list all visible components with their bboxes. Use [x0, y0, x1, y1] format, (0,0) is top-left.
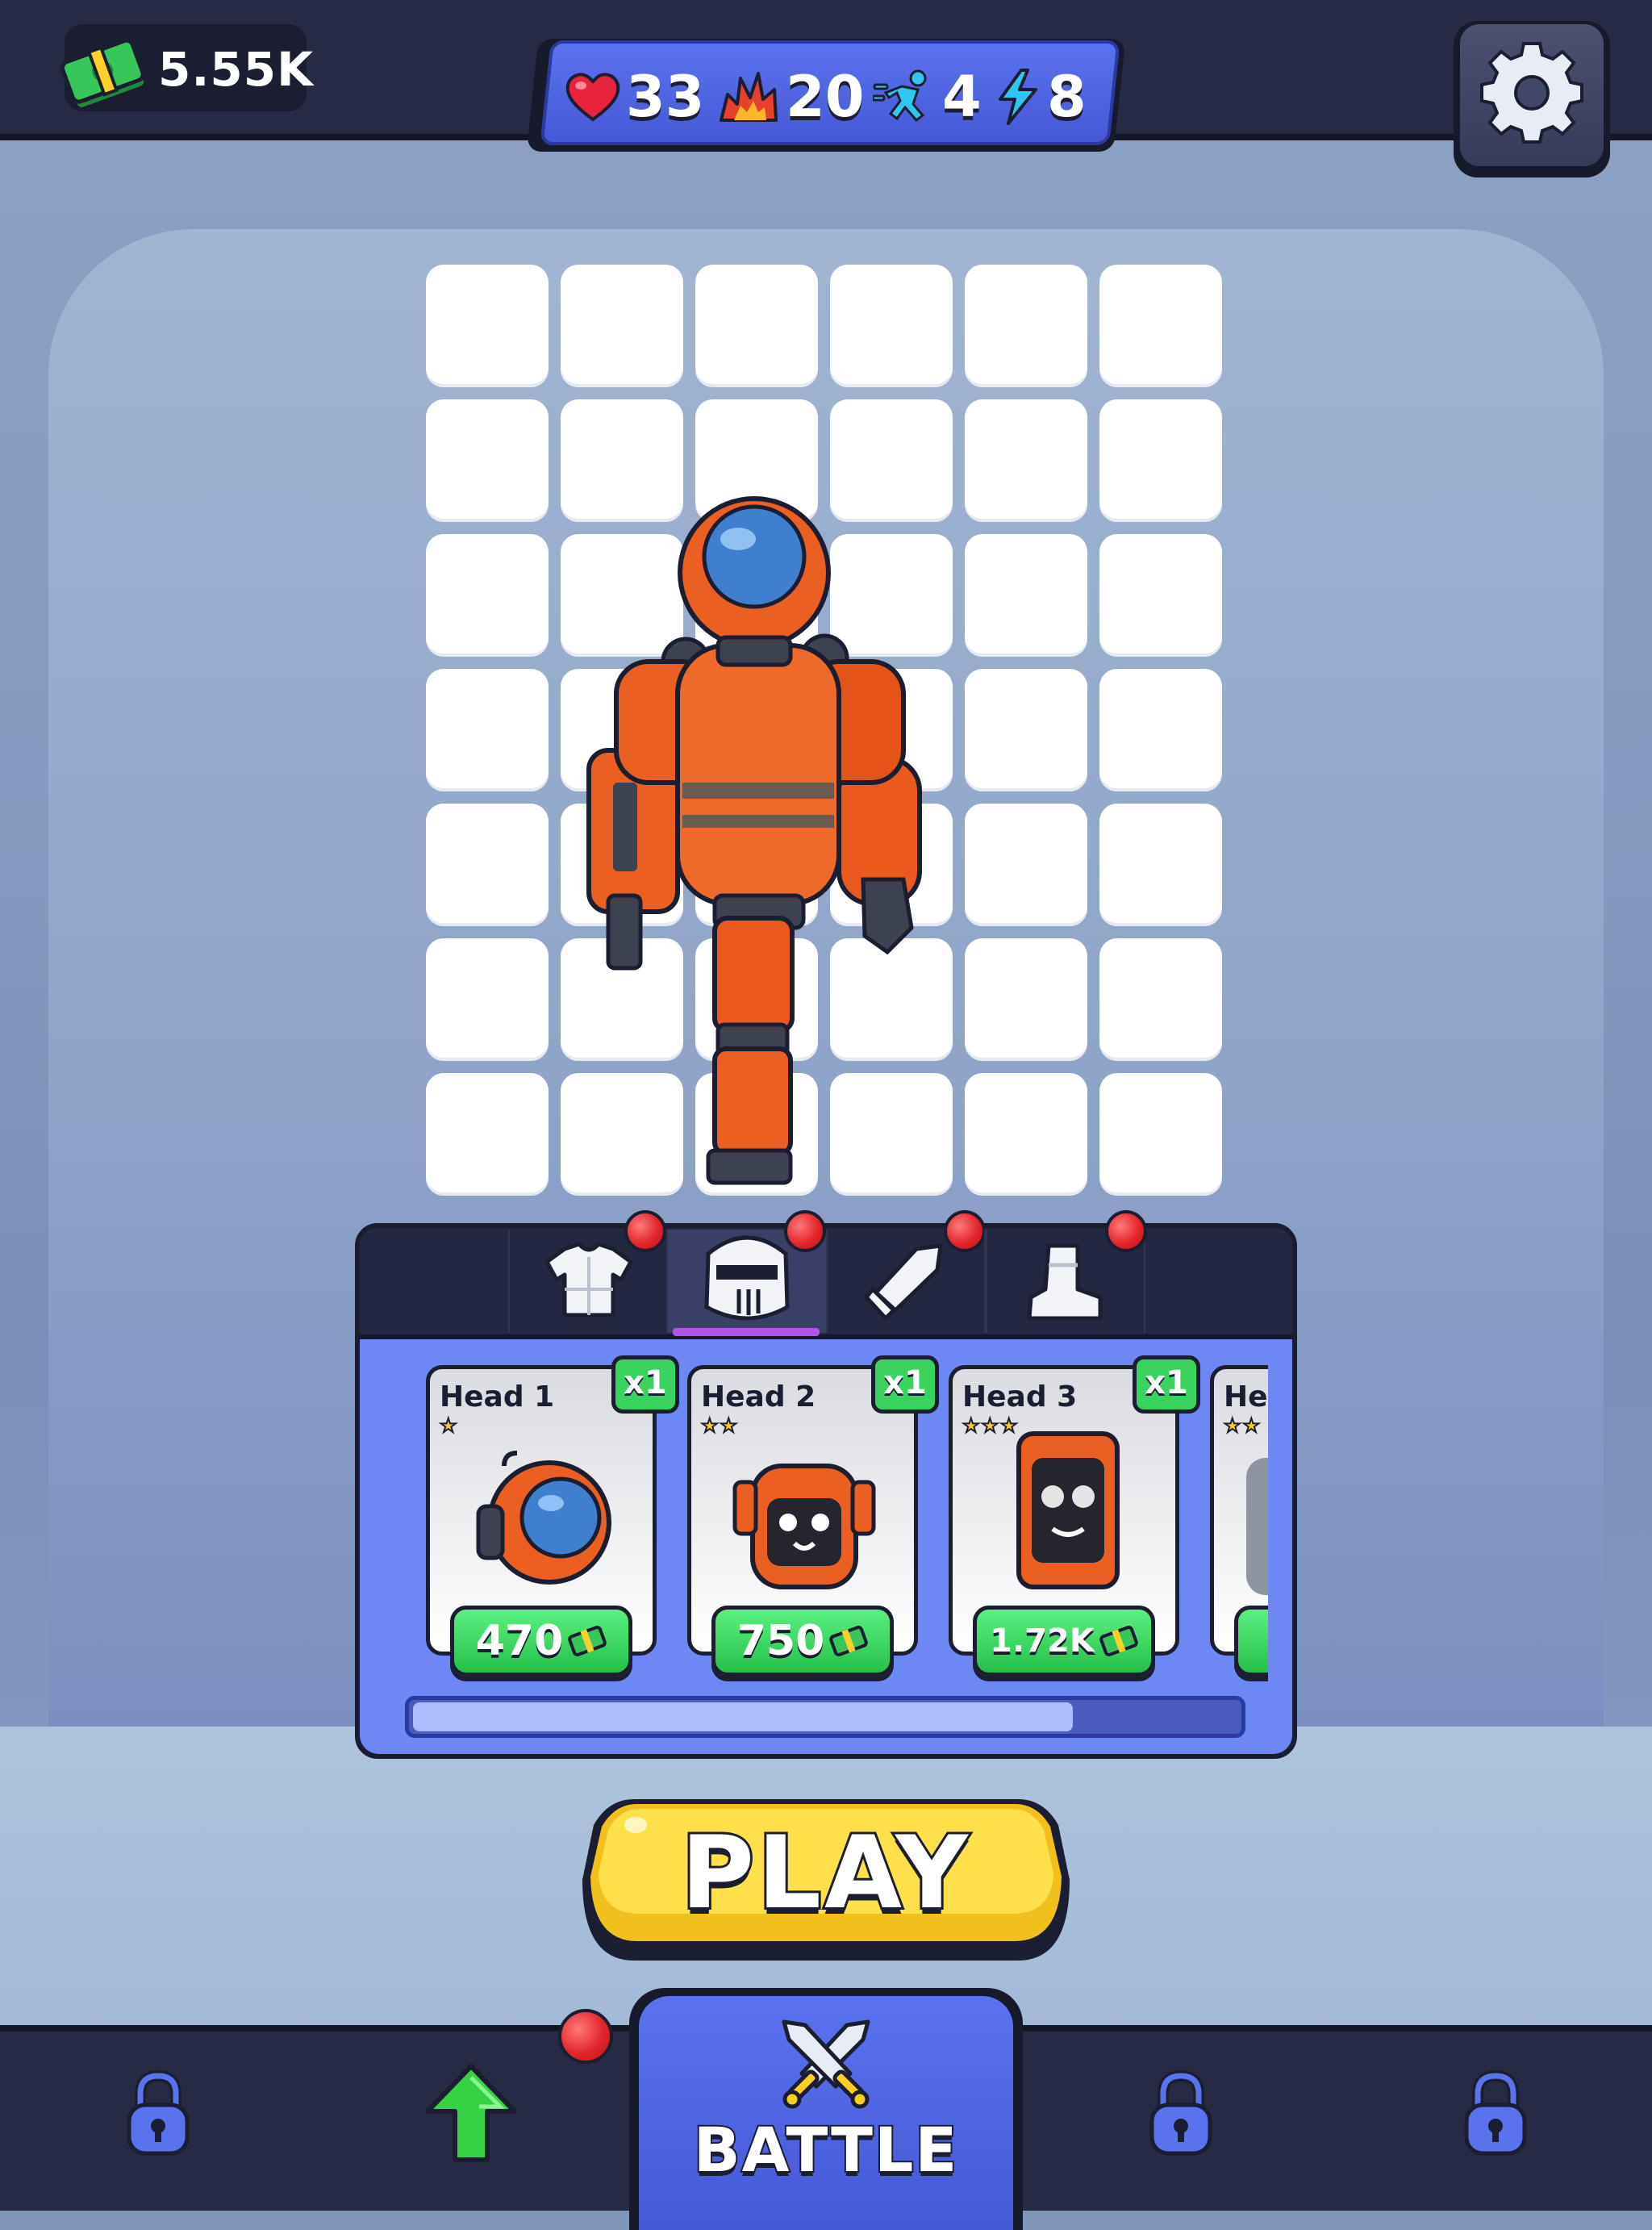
box-robot-head-icon	[1016, 1431, 1120, 1589]
notification-dot	[784, 1210, 826, 1252]
robot-head-icon	[732, 1464, 876, 1589]
character-orange-suit	[586, 496, 922, 1185]
item-carousel[interactable]: Head 1 ★ x1 470 Head 2 ★★ x1 750 Head 3 …	[419, 1355, 1268, 1694]
gear-icon[interactable]	[1478, 39, 1586, 147]
item-price: 470	[475, 1617, 564, 1665]
active-tab-indicator	[673, 1328, 820, 1336]
battle-tab-label[interactable]: BATTLE	[639, 2112, 1013, 2187]
stat-health-value: 33	[626, 64, 705, 130]
crossed-swords-icon	[782, 2019, 870, 2109]
nav-locked-3[interactable]	[1431, 2049, 1560, 2178]
buy-button-head-2[interactable]: 750	[711, 1606, 894, 1677]
item-name: Hea	[1224, 1380, 1268, 1414]
item-name: Head 1	[440, 1380, 555, 1414]
inventory-slot[interactable]	[965, 265, 1087, 387]
running-speed-icon	[873, 69, 927, 123]
inventory-slot[interactable]	[1099, 265, 1222, 387]
inventory-slot[interactable]	[426, 804, 549, 926]
item-stars: ★★	[1223, 1414, 1262, 1438]
cash-value: 5.55K	[158, 42, 315, 97]
item-name: Head 2	[701, 1380, 816, 1414]
notification-dot	[624, 1210, 666, 1252]
buy-button-head-3[interactable]: 1.72K	[973, 1606, 1155, 1677]
stat-attack-value: 20	[786, 64, 865, 130]
orange-helmet-icon	[476, 1451, 611, 1585]
item-name: Head 3	[962, 1380, 1078, 1414]
inventory-slot[interactable]	[1099, 399, 1222, 522]
carousel-scrollbar-thumb[interactable]	[413, 1702, 1073, 1731]
boot-icon	[1027, 1243, 1103, 1321]
inventory-slot[interactable]	[561, 265, 683, 387]
stat-speed-value: 4	[942, 64, 982, 130]
inventory-slot[interactable]	[1099, 938, 1222, 1061]
inventory-slot[interactable]	[965, 804, 1087, 926]
notification-dot	[944, 1210, 986, 1252]
nav-locked-1[interactable]	[94, 2049, 223, 2178]
stat-speed: 4	[873, 64, 982, 130]
item-quantity-badge: x1	[611, 1355, 679, 1414]
buy-button-head-1[interactable]: 470	[450, 1606, 632, 1677]
inventory-slot[interactable]	[965, 669, 1087, 791]
inventory-slot[interactable]	[965, 399, 1087, 522]
item-quantity-badge: x1	[1133, 1355, 1200, 1414]
inventory-slot[interactable]	[1099, 1073, 1222, 1196]
helmet-icon	[704, 1235, 790, 1321]
stat-energy: 8	[994, 64, 1087, 130]
inventory-slot[interactable]	[965, 534, 1087, 657]
upgrade-arrow-icon	[425, 2064, 517, 2162]
inventory-slot[interactable]	[426, 265, 549, 387]
lock-icon	[127, 2069, 190, 2156]
item-price: 1.72K	[990, 1622, 1095, 1660]
cash-icon	[1099, 1626, 1138, 1656]
stat-attack: 20	[716, 64, 865, 130]
inventory-slot[interactable]	[426, 399, 549, 522]
inventory-slot[interactable]	[1099, 534, 1222, 657]
cash-icon	[568, 1626, 607, 1656]
notification-dot	[558, 2009, 613, 2064]
notification-dot	[1105, 1210, 1147, 1252]
cash-stack-icon	[60, 38, 148, 111]
lock-icon	[1149, 2069, 1212, 2156]
inventory-slot[interactable]	[426, 534, 549, 657]
inventory-slot[interactable]	[830, 265, 953, 387]
inventory-slot[interactable]	[426, 1073, 549, 1196]
stat-health: 33	[565, 64, 705, 130]
cash-icon	[829, 1626, 869, 1656]
lock-icon	[1464, 2069, 1527, 2156]
stat-energy-value: 8	[1047, 64, 1087, 130]
play-button-label[interactable]: PLAY	[578, 1813, 1074, 1934]
inventory-slot[interactable]	[965, 938, 1087, 1061]
inventory-slot[interactable]	[1099, 669, 1222, 791]
fire-icon	[720, 72, 778, 122]
item-quantity-badge: x1	[871, 1355, 939, 1414]
inventory-slot[interactable]	[695, 265, 818, 387]
sword-icon	[863, 1243, 943, 1322]
inventory-slot[interactable]	[965, 1073, 1087, 1196]
armor-icon	[544, 1242, 633, 1318]
lightning-icon	[999, 69, 1037, 125]
inventory-slot[interactable]	[426, 669, 549, 791]
nav-locked-2[interactable]	[1116, 2049, 1245, 2178]
inventory-slot[interactable]	[1099, 804, 1222, 926]
heart-icon	[565, 73, 620, 122]
item-price: 750	[736, 1617, 825, 1665]
nav-upgrade[interactable]	[407, 2049, 536, 2178]
item-stars: ★	[439, 1414, 459, 1438]
locked-item-silhouette	[1246, 1458, 1268, 1595]
inventory-slot[interactable]	[426, 938, 549, 1061]
buy-button-head-4[interactable]: 1	[1234, 1606, 1268, 1677]
